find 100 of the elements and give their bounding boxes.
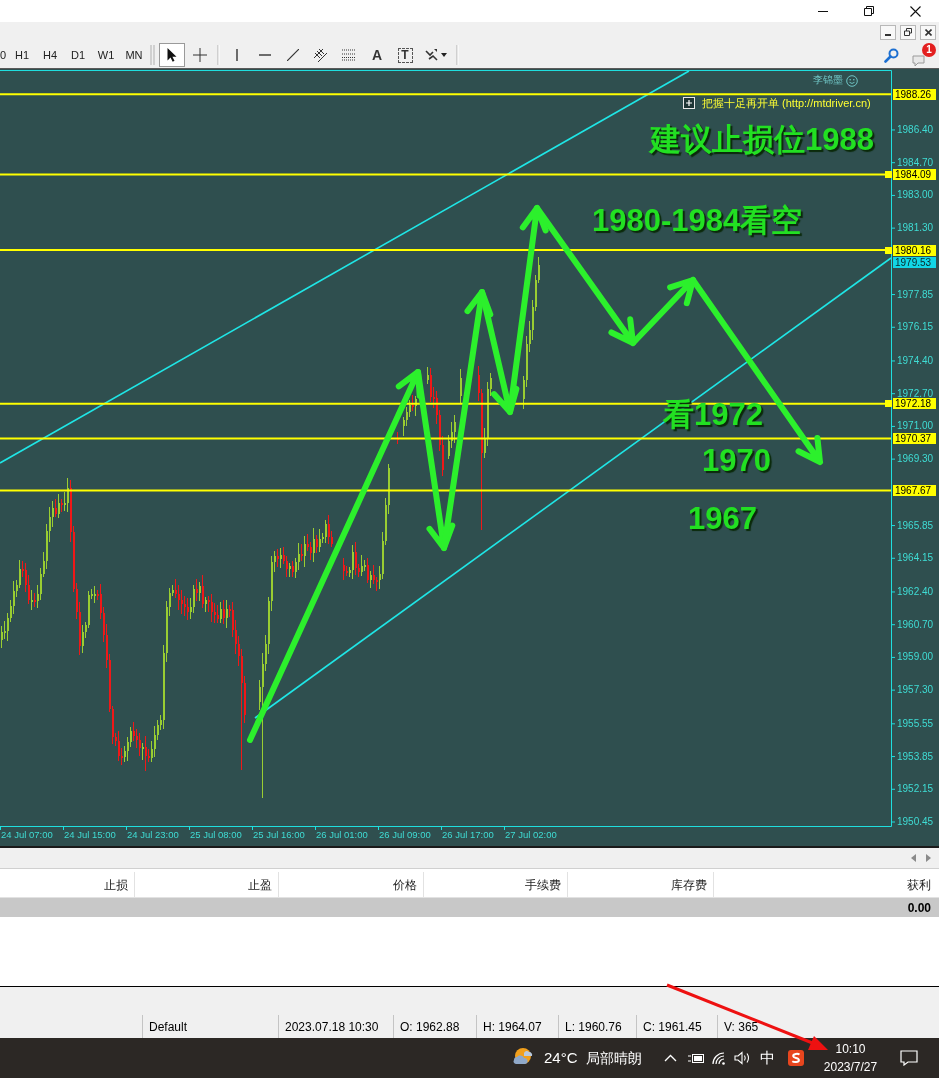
- price-tick-label: 1983.00: [897, 190, 934, 201]
- column-header[interactable]: 止盈: [135, 872, 279, 897]
- scroll-right-icon[interactable]: [926, 854, 931, 862]
- price-tick-label: 1976.15: [897, 322, 934, 333]
- smiley-icon: [846, 75, 858, 87]
- clock-date[interactable]: 2023/7/27: [823, 1058, 878, 1076]
- price-label: 1979.53: [893, 256, 936, 268]
- text-label-tool[interactable]: T: [397, 47, 413, 63]
- time-tick-label: 24 Jul 07:00: [1, 829, 53, 840]
- total-profit-value: 0.00: [907, 899, 931, 917]
- notification-icon[interactable]: [899, 1050, 918, 1066]
- timeframe-button[interactable]: H4: [36, 44, 64, 66]
- minimize-button[interactable]: [880, 24, 896, 40]
- column-header[interactable]: 止损: [0, 872, 135, 897]
- crosshair-icon: [193, 48, 207, 62]
- scroll-left-icon[interactable]: [911, 854, 916, 862]
- minimize-icon: [818, 10, 828, 12]
- column-header[interactable]: 手续费: [424, 872, 568, 897]
- close-icon: [909, 5, 921, 17]
- battery-icon[interactable]: [687, 1052, 705, 1064]
- restore-button[interactable]: [900, 24, 916, 40]
- search-button[interactable]: [882, 46, 900, 64]
- price-tick-label: 1971.00: [897, 421, 934, 432]
- minimize-icon: [885, 34, 891, 36]
- close-icon: [924, 28, 932, 36]
- price-tick-label: 1977.85: [897, 289, 934, 300]
- annotation-text: 建议止损位1988: [650, 122, 874, 158]
- speaker-icon[interactable]: [733, 1051, 751, 1065]
- price-tick-label: 1959.00: [897, 652, 934, 663]
- notification-badge: 1: [922, 43, 936, 57]
- price-tick-label: 1969.30: [897, 454, 934, 465]
- caret-icon: [441, 53, 447, 57]
- annotation-text: 1980-1984看空: [592, 203, 803, 239]
- temperature-text[interactable]: 24°C: [544, 1046, 578, 1070]
- close-button[interactable]: [920, 24, 936, 40]
- vertical-line-icon: [236, 49, 238, 61]
- price-label: 1967.67: [893, 485, 936, 496]
- price-tick-label: 1952.15: [897, 784, 934, 795]
- timeframe-button[interactable]: MN: [120, 44, 148, 66]
- column-header[interactable]: 获利: [714, 872, 939, 897]
- annotation-text: 1970: [702, 443, 771, 479]
- timeframe-button[interactable]: W1: [92, 44, 120, 66]
- time-tick-label: 26 Jul 09:00: [379, 829, 431, 840]
- time-tick-label: 27 Jul 02:00: [505, 829, 557, 840]
- line-handle-icon[interactable]: [885, 400, 892, 408]
- chart-owner-label: 李锦墨: [813, 74, 843, 86]
- notifications-button[interactable]: 1: [912, 43, 936, 67]
- price-tick-label: 1950.45: [897, 817, 934, 827]
- restore-icon: [864, 6, 874, 16]
- weather-text[interactable]: 局部晴朗: [585, 1047, 642, 1069]
- line-handle-icon[interactable]: [885, 246, 892, 254]
- price-tick-label: 1974.40: [897, 355, 934, 366]
- price-tick-label: 1957.30: [897, 685, 934, 696]
- chevron-up-icon[interactable]: [663, 1054, 677, 1062]
- input-method-indicator[interactable]: 中: [759, 1046, 775, 1070]
- cursor-icon: [167, 48, 177, 62]
- time-tick-label: 24 Jul 15:00: [64, 829, 116, 840]
- timeframe-button[interactable]: H1: [8, 44, 36, 66]
- price-tick-label: 1981.30: [897, 223, 934, 234]
- price-tick-label: 1972.70: [897, 388, 934, 399]
- dotted-lines-icon: [342, 49, 356, 61]
- price-label: 1988.26: [893, 88, 936, 100]
- toolbar-separator-icon: [456, 44, 459, 66]
- wifi-icon[interactable]: [711, 1051, 727, 1065]
- price-tick-label: 1962.40: [897, 586, 934, 597]
- time-tick-label: 26 Jul 17:00: [442, 829, 494, 840]
- price-tick-label: 1965.85: [897, 520, 934, 531]
- expand-icon[interactable]: [683, 97, 695, 109]
- column-header[interactable]: 库存费: [568, 872, 714, 897]
- tool-button[interactable]: A: [363, 43, 391, 67]
- tool-button[interactable]: [159, 43, 185, 67]
- price-label: 1972.18: [893, 398, 936, 410]
- price-tick-label: 1960.70: [897, 619, 934, 630]
- clock-time[interactable]: 10:10: [835, 1040, 866, 1058]
- annotation-text: 1967: [688, 501, 757, 537]
- horizontal-line-icon: [259, 54, 271, 56]
- column-header[interactable]: 价格: [279, 872, 424, 897]
- price-tick-label: 1984.70: [897, 157, 934, 168]
- diagonal-line-icon: [287, 49, 299, 61]
- toolbar-separator-icon: [217, 44, 220, 66]
- line-handle-icon[interactable]: [885, 170, 892, 178]
- price-label: 1970.37: [893, 433, 936, 445]
- chart-info-label: 把握十足再开单 (http://mtdriver.cn): [702, 96, 871, 110]
- price-tick-label: 1964.15: [897, 553, 934, 564]
- price-label: 1980.16: [893, 244, 936, 256]
- time-tick-label: 25 Jul 16:00: [253, 829, 305, 840]
- timeframe-button[interactable]: 0: [0, 44, 8, 66]
- chart-area[interactable]: [0, 69, 939, 846]
- timeframe-button[interactable]: D1: [64, 44, 92, 66]
- app-tray-icon[interactable]: [787, 1050, 804, 1066]
- restore-icon: [904, 28, 912, 36]
- search-icon: [883, 47, 899, 63]
- channel-icon: [314, 48, 328, 62]
- time-tick-label: 26 Jul 01:00: [316, 829, 368, 840]
- price-tick-label: 1953.85: [897, 751, 934, 762]
- time-tick-label: 25 Jul 08:00: [190, 829, 242, 840]
- price-tick-label: 1955.55: [897, 718, 934, 729]
- arrows-icon: [425, 49, 438, 61]
- price-tick-label: 1986.40: [897, 124, 934, 135]
- toolbar-grip-icon: [150, 44, 155, 66]
